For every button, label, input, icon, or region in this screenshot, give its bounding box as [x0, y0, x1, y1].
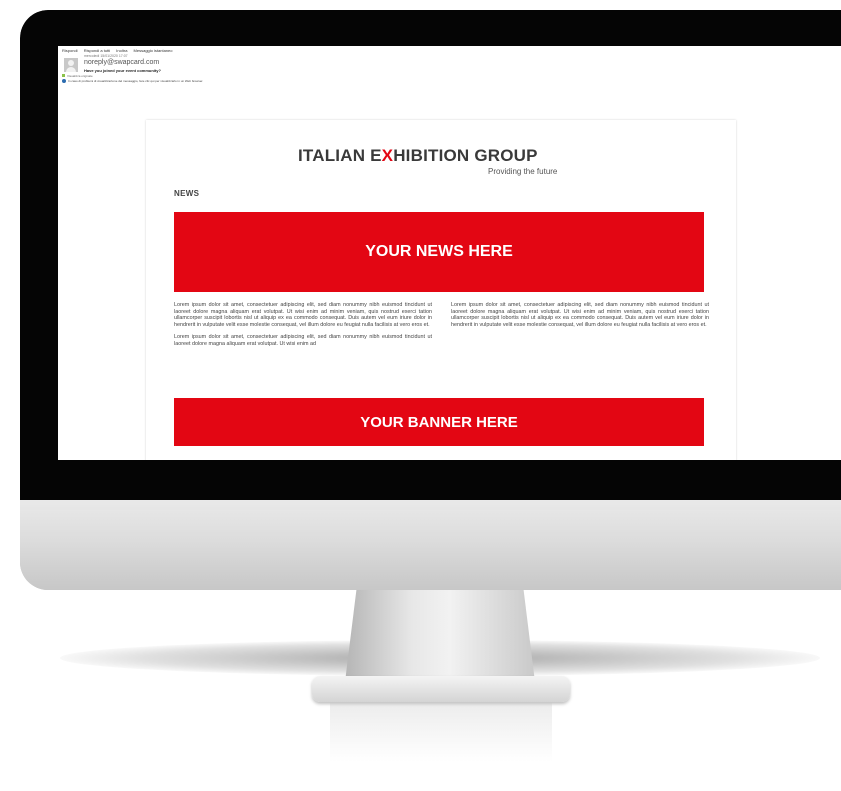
monitor: Rispondi Rispondi a tutti Inoltra Messag… — [20, 10, 841, 590]
logo-part2: HIBITION GROUP — [393, 146, 538, 165]
newsletter: ITALIAN EXHIBITION GROUP Providing the f… — [146, 120, 736, 460]
news-paragraph: Lorem ipsum dolor sit amet, consectetuer… — [174, 302, 432, 328]
news-column-left: Lorem ipsum dolor sit amet, consectetuer… — [174, 302, 432, 353]
info-icon — [62, 79, 66, 84]
mail-toolbar: Rispondi Rispondi a tutti Inoltra Messag… — [62, 48, 177, 53]
reply-button[interactable]: Rispondi — [62, 48, 78, 53]
ad-banner-label: YOUR BANNER HERE — [360, 413, 518, 431]
news-banner-label: YOUR NEWS HERE — [365, 243, 513, 260]
foot-reflection — [330, 702, 552, 762]
logo-tagline: Providing the future — [488, 167, 558, 176]
mail-sender[interactable]: noreply@swapcard.com — [84, 59, 159, 66]
mail-subject: Have you joined your event community? — [84, 68, 161, 73]
monitor-chin — [20, 500, 841, 590]
news-paragraph: Lorem ipsum dolor sit amet, consectetuer… — [174, 334, 432, 347]
news-paragraph: Lorem ipsum dolor sit amet, consectetuer… — [451, 302, 709, 328]
monitor-stand — [345, 590, 535, 682]
attachment-link[interactable]: Visualizza originale — [62, 74, 93, 78]
news-heading: NEWS — [174, 189, 200, 198]
reply-all-button[interactable]: Rispondi a tutti — [84, 48, 110, 53]
forward-button[interactable]: Inoltra — [116, 48, 127, 53]
mail-info-text: In caso di problemi di visualizzazione d… — [68, 79, 204, 83]
logo-part1: ITALIAN E — [298, 146, 382, 165]
news-banner[interactable]: YOUR NEWS HERE — [174, 212, 704, 292]
monitor-foot — [312, 676, 570, 702]
logo-highlight: X — [381, 146, 394, 165]
mail-info-bar[interactable]: In caso di problemi di visualizzazione d… — [62, 79, 204, 84]
avatar — [64, 58, 78, 72]
screen: Rispondi Rispondi a tutti Inoltra Messag… — [58, 46, 841, 460]
attachment-label: Visualizza originale — [67, 74, 93, 78]
mail-date: mercoledì 15/01/2020 17:07 — [84, 54, 128, 58]
company-logo: ITALIAN EXHIBITION GROUP — [298, 146, 538, 166]
attachment-icon — [62, 74, 65, 77]
news-column-right: Lorem ipsum dolor sit amet, consectetuer… — [451, 302, 709, 334]
ad-banner[interactable]: YOUR BANNER HERE — [174, 398, 704, 446]
instant-message-button[interactable]: Messaggio istantaneo — [134, 48, 173, 53]
